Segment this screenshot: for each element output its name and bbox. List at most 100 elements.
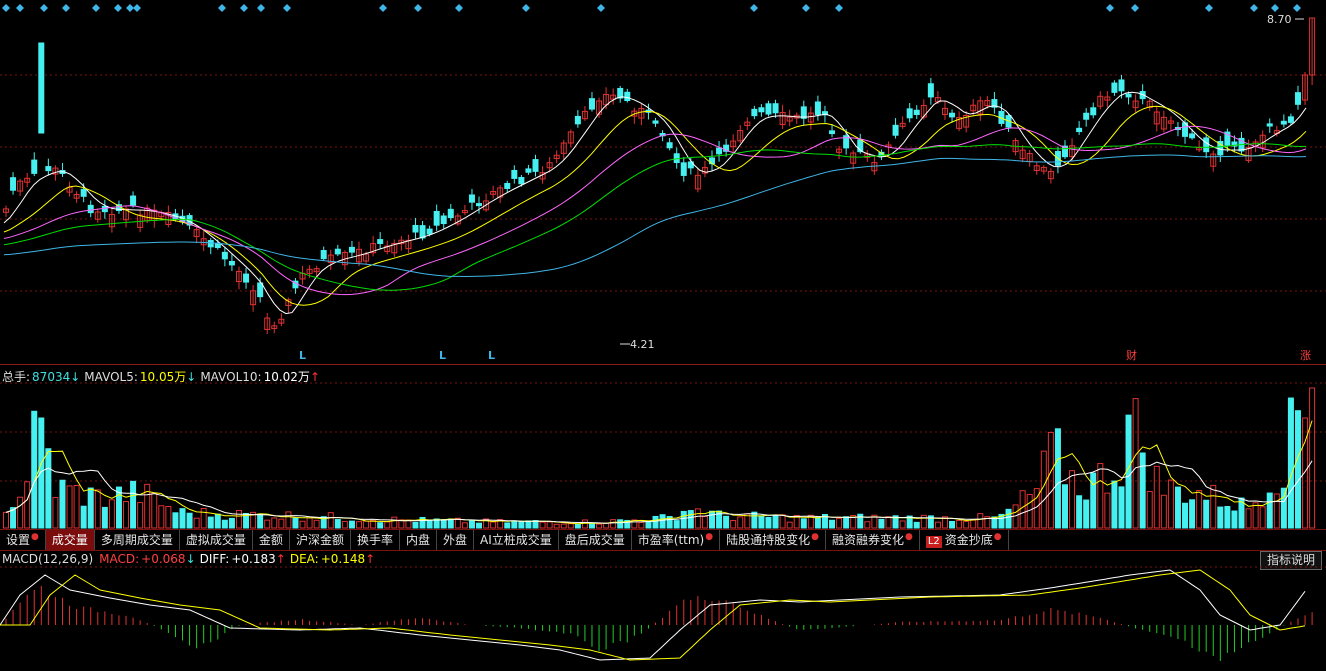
volume-bar (680, 510, 687, 529)
volume-bar (1252, 502, 1259, 529)
tab-2[interactable]: 多周期成交量 (95, 530, 180, 550)
tab-4[interactable]: 金额 (253, 530, 290, 550)
volume-bar (829, 519, 836, 529)
price-candle (1033, 162, 1040, 175)
volume-bar (765, 516, 772, 529)
volume-bar (1294, 410, 1301, 529)
price-candle (1287, 113, 1294, 125)
tab-0[interactable]: 设置● (0, 530, 46, 550)
ma30-line (3, 143, 1307, 291)
price-candle (391, 239, 398, 257)
volume-bar (186, 512, 193, 529)
volume-bar (511, 520, 518, 529)
volume-bar (348, 520, 355, 529)
signal-l-marker: L (439, 349, 446, 362)
signal-l-marker: L (299, 349, 306, 362)
l2-badge: L2 (925, 536, 942, 548)
price-candle (793, 112, 800, 124)
volume-bar (539, 521, 546, 529)
price-candle (1309, 17, 1316, 85)
volume-bar (1203, 499, 1210, 529)
price-candle (723, 138, 730, 157)
volume-bar (1231, 510, 1238, 529)
price-candle (941, 101, 948, 120)
tab-11[interactable]: 市盈率(ttm)● (632, 530, 721, 550)
volume-bar (1210, 484, 1217, 529)
tab-label: 外盘 (442, 533, 467, 547)
price-candle (963, 110, 970, 133)
price-candle (1097, 91, 1104, 110)
price-candle (906, 103, 913, 123)
tab-12[interactable]: 陆股通持股变化● (720, 530, 826, 550)
price-candle (193, 227, 200, 244)
volume-bar (525, 520, 532, 529)
volume-bar (772, 514, 779, 529)
tab-8[interactable]: 外盘 (437, 530, 474, 550)
price-candle (807, 106, 814, 130)
price-candle (320, 246, 327, 261)
volume-bar (567, 523, 574, 529)
price-candle (694, 167, 701, 193)
tab-7[interactable]: 内盘 (400, 530, 437, 550)
volume-bar (1069, 470, 1076, 529)
tab-label: 沪深金额 (295, 533, 344, 547)
price-candle (1083, 108, 1090, 127)
price-candle (278, 313, 285, 327)
diamond-signal-icon (835, 4, 843, 12)
volume-bar (80, 505, 87, 529)
diamond-signal-icon (455, 4, 463, 12)
price-candle (850, 150, 857, 170)
price-candle (31, 152, 38, 177)
volume-bar (730, 519, 737, 529)
price-candle (1280, 114, 1287, 128)
volume-bar (786, 521, 793, 529)
macd-chart[interactable] (0, 550, 1326, 671)
dea-line (0, 569, 1306, 661)
volume-chart[interactable] (0, 366, 1326, 529)
price-candle (680, 156, 687, 182)
tab-dot-icon: ● (993, 532, 1002, 542)
tab-1[interactable]: 成交量 (45, 530, 95, 550)
volume-bar (1047, 431, 1054, 529)
volume-bar (327, 512, 334, 529)
volume-bar (313, 519, 320, 529)
price-candle (235, 266, 242, 290)
tab-6[interactable]: 换手率 (351, 530, 400, 550)
price-candle (10, 172, 17, 195)
price-candle (553, 150, 560, 164)
volume-bar (172, 512, 179, 529)
tab-3[interactable]: 虚拟成交量 (180, 530, 253, 550)
volume-bar (723, 515, 730, 529)
volume-bar (440, 519, 447, 529)
diamond-signal-icon (1293, 4, 1301, 12)
volume-bar (1139, 452, 1146, 529)
diamond-signal-icon (1131, 4, 1139, 12)
price-candle (786, 109, 793, 127)
diamond-signal-icon (2, 4, 10, 12)
price-candle (1090, 102, 1097, 119)
tab-10[interactable]: 盘后成交量 (559, 530, 632, 550)
tab-14[interactable]: L2 资金抄底● (920, 530, 1009, 550)
price-candle (765, 100, 772, 117)
tab-13[interactable]: 融资融券变化● (826, 530, 920, 550)
price-candle (1104, 91, 1111, 108)
volume-bar (617, 519, 624, 529)
price-candle (737, 125, 744, 144)
price-candle (17, 178, 24, 197)
price-candle (447, 203, 454, 221)
tab-9[interactable]: AI立桩成交量 (474, 530, 559, 550)
price-candle (617, 85, 624, 103)
price-candle (829, 124, 836, 138)
price-candle (913, 105, 920, 119)
volume-bar (687, 510, 694, 529)
price-candle (638, 104, 645, 126)
price-candle (581, 106, 588, 121)
tab-5[interactable]: 沪深金额 (290, 530, 351, 550)
volume-bar (800, 518, 807, 529)
volume-bar (412, 521, 419, 529)
candlestick-chart[interactable]: L L L 财 涨 8.70 4.21 (0, 0, 1326, 365)
volume-bar (1076, 495, 1083, 529)
price-candle (525, 164, 532, 175)
price-candle (108, 207, 115, 233)
volume-bar (1266, 492, 1273, 529)
